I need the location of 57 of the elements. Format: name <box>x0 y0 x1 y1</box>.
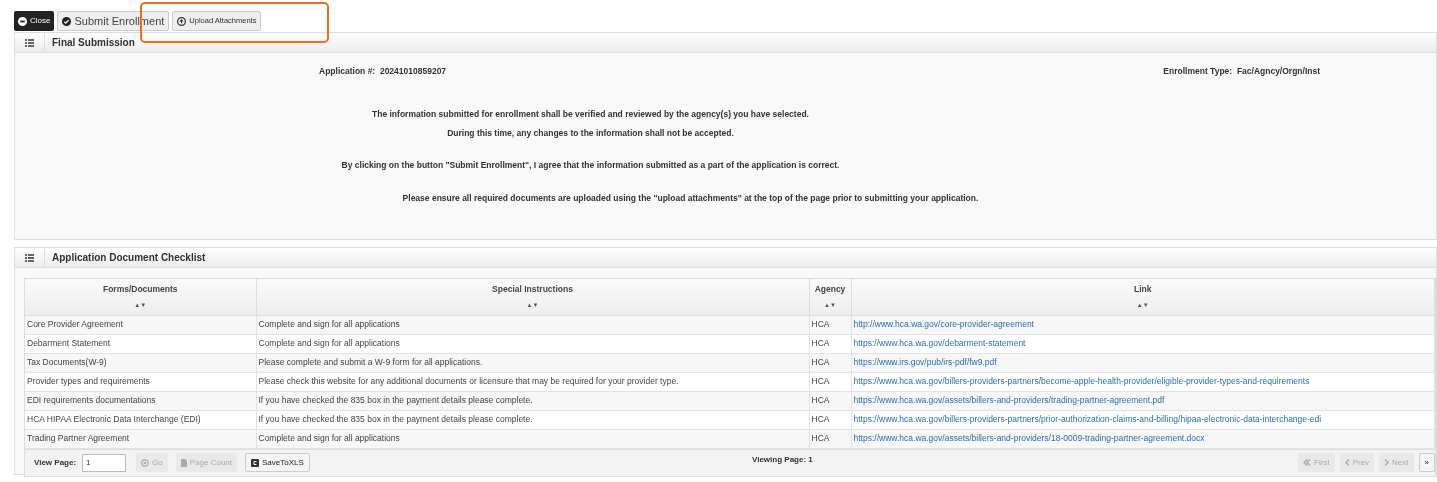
close-button[interactable]: Close <box>14 11 55 31</box>
enrollment-type: Enrollment Type: Fac/Agncy/Orgn/Inst <box>1163 65 1320 78</box>
table-cell: Please complete and submit a W-9 form for all applications. <box>258 357 483 368</box>
double-left-chevron-icon <box>1303 459 1312 466</box>
notice-text: By clicking on the button "Submit Enrollment", I agree that the information submitted as a part of the application is correct. <box>341 159 840 172</box>
link[interactable]: https://www.hca.wa.gov/assets/billers-and-providers/trading-partner-agreement.pdf <box>853 395 1165 406</box>
table-cell: Debarment Statement <box>27 338 111 349</box>
upload-circle-icon <box>177 16 187 26</box>
grid-icon <box>25 38 34 47</box>
last-button[interactable]: » <box>1418 453 1435 472</box>
view-page-label: View Page: <box>34 456 77 469</box>
grid-icon <box>25 253 34 262</box>
xls-button[interactable]: SaveToXLS <box>245 453 310 472</box>
link[interactable]: https://www.hca.wa.gov/debarment-statement <box>853 338 1026 349</box>
link[interactable]: https://www.hca.wa.gov/billers-providers-partners/prior-authorization-claims-and-billing/hipaa-electronic-data-interchange-edi <box>853 414 1322 425</box>
table-cell: If you have checked the 835 box in the payment details please complete. <box>258 395 533 406</box>
link[interactable]: https://www.hca.wa.gov/billers-providers-partners/become-apple-health-provider/eligible-provider-types-and-requirements <box>853 376 1310 387</box>
table-cell: Complete and sign for all applications <box>258 338 400 349</box>
link[interactable]: http://www.hca.wa.gov/core-provider-agreement <box>853 319 1034 330</box>
document-icon <box>180 458 187 467</box>
table-cell: Trading Partner Agreement <box>27 433 130 444</box>
column-header[interactable]: Forms/Documents <box>25 283 256 296</box>
table-cell: HCA <box>811 338 830 349</box>
table-cell: HCA <box>811 395 830 406</box>
notice-text: During this time, any changes to the information shall not be accepted. <box>447 126 734 140</box>
table-cell: HCA <box>811 319 830 330</box>
panel-title: Final Submission <box>52 36 135 50</box>
table-cell: EDI requirements documentations <box>27 395 156 406</box>
link[interactable]: https://www.irs.gov/pub/irs-pdf/fw9.pdf <box>853 357 997 368</box>
table-cell: Complete and sign for all applications <box>258 433 400 444</box>
application-number: Application #: 20241010859207 <box>319 65 447 78</box>
table-cell: HCA HIPAA Electronic Data Interchange (EDI) <box>27 414 201 425</box>
left-chevron-icon <box>1344 459 1350 466</box>
check-circle-icon <box>62 16 72 26</box>
column-header[interactable]: Agency <box>809 283 851 296</box>
link[interactable]: https://www.hca.wa.gov/assets/billers-and-providers/18-0009-trading-partner-agreement.docx <box>853 433 1205 444</box>
close-icon <box>18 16 27 26</box>
page-indicator: Viewing Page: 1 <box>752 453 813 466</box>
column-header[interactable]: Link <box>851 283 1434 296</box>
table-cell: HCA <box>811 433 830 444</box>
table-cell: HCA <box>811 376 830 387</box>
panel-title: Application Document Checklist <box>52 251 206 265</box>
table-cell: Please check this website for any additional documents or licensure that may be required for your provider type. <box>258 376 679 387</box>
circle-icon <box>141 458 150 467</box>
table-cell: Tax Documents(W-9) <box>27 357 107 368</box>
column-header[interactable]: Special Instructions <box>256 283 809 296</box>
table-cell: Provider types and requirements <box>27 376 150 387</box>
table-cell: Core Provider Agreement <box>27 319 123 330</box>
table-cell: Complete and sign for all applications <box>258 319 400 330</box>
notice-text: Please ensure all required documents are uploaded using the "upload attachments" at the top of the page prior to submitting your application. <box>402 192 979 205</box>
right-chevron-icon <box>1384 459 1390 466</box>
page-input[interactable]: 1 <box>82 453 127 472</box>
table-cell: If you have checked the 835 box in the payment details please complete. <box>258 414 533 425</box>
table-cell: HCA <box>811 414 830 425</box>
table-cell: HCA <box>811 357 830 368</box>
spreadsheet-icon <box>251 458 260 467</box>
notice-text: The information submitted for enrollment shall be verified and reviewed by the agency(s) you have selected. <box>372 107 809 121</box>
